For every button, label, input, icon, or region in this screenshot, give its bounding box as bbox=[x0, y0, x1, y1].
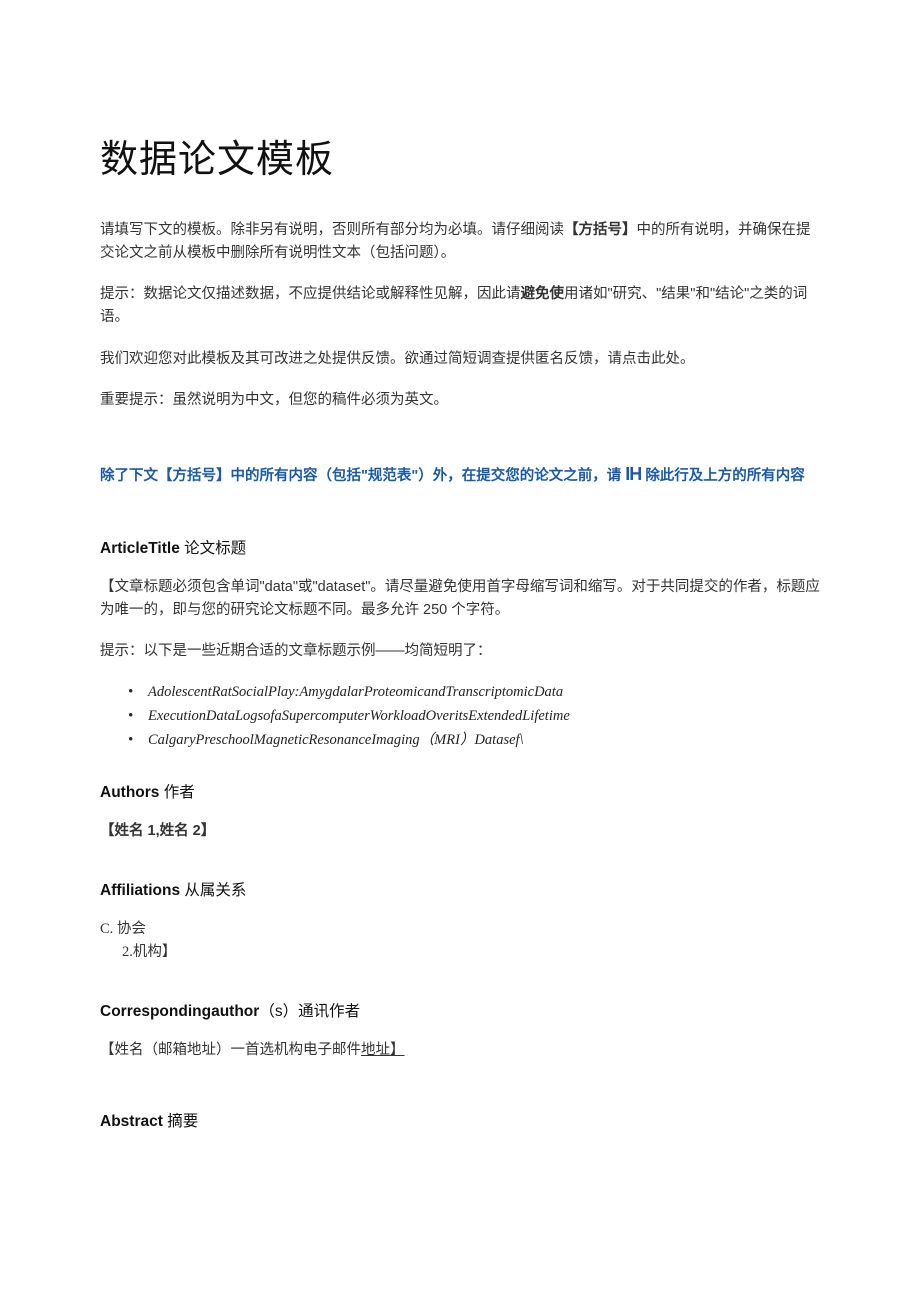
abstract-cn: 摘要 bbox=[163, 1113, 198, 1130]
intro-paragraph-2: 提示：数据论文仅描述数据，不应提供结论或解释性见解，因此请避免使用诸如"研究、"… bbox=[100, 283, 820, 329]
section-article-title: ArticleTitle 论文标题 bbox=[100, 537, 820, 562]
feedback-paragraph: 我们欢迎您对此模板及其可改进之处提供反馈。欲通过简短调查提供匿名反馈，请点击此处… bbox=[100, 348, 820, 371]
intro1-pre: 请填写下文的模板。除非另有说明，否则所有部分均为必填。请仔细阅读 bbox=[100, 222, 564, 238]
corresponding-pre: 【姓名（邮箱地址）一首选机构电子邮件 bbox=[100, 1042, 361, 1058]
remove-pre: 除了下文 bbox=[100, 468, 158, 484]
intro2-pre: 提示：数据论文仅描述数据，不应提供结论或解释性见解，因此请 bbox=[100, 286, 521, 302]
affiliations-en: Affiliations bbox=[100, 882, 180, 899]
section-affiliations: Affiliations 从属关系 bbox=[100, 879, 820, 904]
example-item: CalgaryPreschoolMagneticResonanceImaging… bbox=[148, 729, 820, 753]
corresponding-en: Correspondingauthor bbox=[100, 1003, 259, 1020]
authors-content: 【姓名 1,姓名 2】 bbox=[100, 820, 820, 843]
corresponding-content: 【姓名（邮箱地址）一首选机构电子邮件地址】 bbox=[100, 1039, 820, 1062]
example-item: AdolescentRatSocialPlay:AmygdalarProteom… bbox=[148, 681, 820, 705]
authors-en: Authors bbox=[100, 784, 159, 801]
corresponding-underline: 地址】 bbox=[361, 1042, 405, 1058]
intro-paragraph-1: 请填写下文的模板。除非另有说明，否则所有部分均为必填。请仔细阅读【方括号】中的所… bbox=[100, 219, 820, 265]
page-title: 数据论文模板 bbox=[100, 130, 820, 191]
article-title-tip: 提示：以下是一些近期合适的文章标题示例——均简短明了： bbox=[100, 640, 820, 663]
affiliation-line-2: 2.机构】 bbox=[100, 941, 820, 964]
article-title-cn: 论文标题 bbox=[180, 540, 246, 557]
example-item: ExecutionDataLogsofaSupercomputerWorkloa… bbox=[148, 705, 820, 729]
affiliation-line-1: C. 协会 bbox=[100, 918, 820, 941]
corresponding-cn: 通讯作者 bbox=[298, 1003, 360, 1020]
article-title-en: ArticleTitle bbox=[100, 540, 180, 557]
abstract-en: Abstract bbox=[100, 1113, 163, 1130]
section-abstract: Abstract 摘要 bbox=[100, 1110, 820, 1135]
remove-mid: 中的所有内容（包括"规范表"）外，在提交您的论文之前，请 bbox=[231, 468, 622, 484]
section-authors: Authors 作者 bbox=[100, 781, 820, 806]
bracket-emphasis: 【方括号】 bbox=[564, 222, 637, 238]
affiliations-cn: 从属关系 bbox=[180, 882, 246, 899]
article-title-note: 【文章标题必须包含单词"data"或"dataset"。请尽量避免使用首字母缩写… bbox=[100, 576, 820, 622]
remove-post: 除此行及上方的所有内容 bbox=[645, 468, 805, 484]
important-note: 重要提示：虽然说明为中文，但您的稿件必须为英文。 bbox=[100, 389, 820, 412]
ih-token: IH bbox=[625, 464, 641, 484]
corresponding-paren: （s） bbox=[259, 1003, 298, 1020]
remove-bracket: 【方括号】 bbox=[158, 468, 231, 484]
remove-notice: 除了下文【方括号】中的所有内容（包括"规范表"）外，在提交您的论文之前，请 IH… bbox=[100, 460, 820, 489]
authors-cn: 作者 bbox=[159, 784, 194, 801]
section-corresponding: Correspondingauthor（s）通讯作者 bbox=[100, 1000, 820, 1025]
title-examples-list: AdolescentRatSocialPlay:AmygdalarProteom… bbox=[100, 681, 820, 753]
avoid-emphasis: 避免使 bbox=[521, 286, 565, 302]
